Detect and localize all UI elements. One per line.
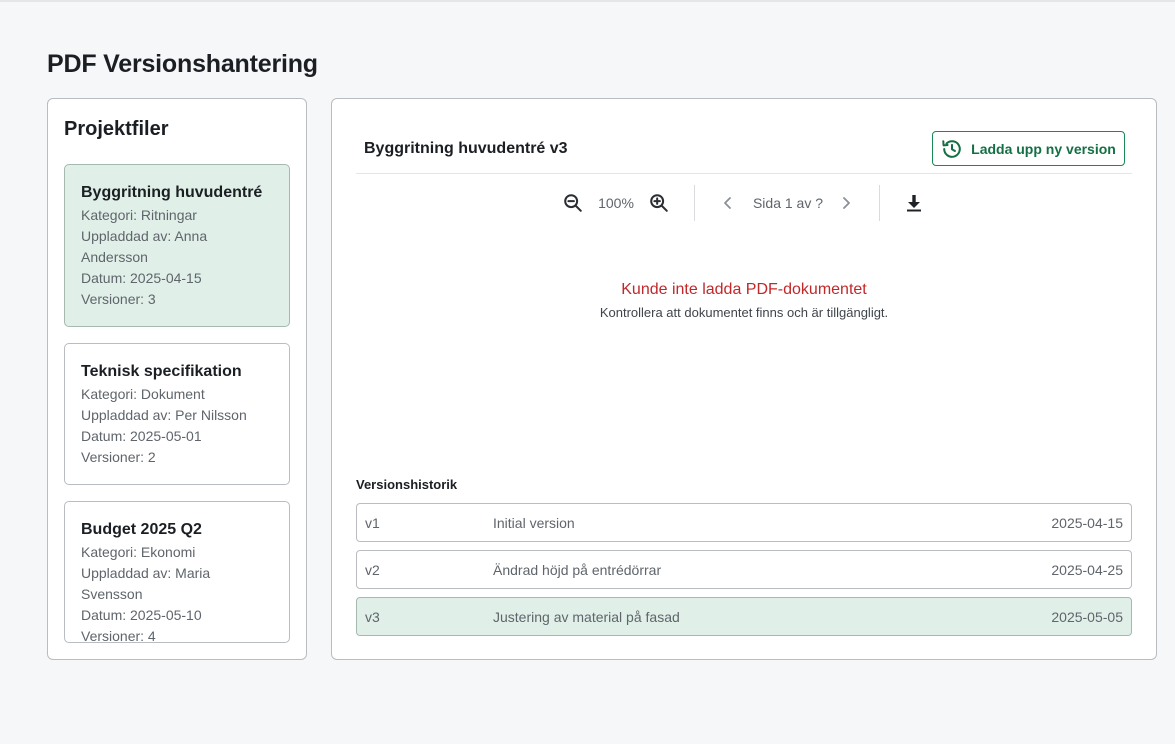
version-description: Ändrad höjd på entrédörrar	[493, 562, 662, 578]
version-row-v2[interactable]: v2 Ändrad höjd på entrédörrar 2025-04-25	[356, 550, 1132, 589]
version-date: 2025-05-05	[1051, 609, 1123, 625]
version-description: Initial version	[493, 515, 575, 531]
next-page-button[interactable]	[834, 185, 858, 221]
history-icon	[941, 138, 963, 160]
toolbar-separator	[879, 185, 880, 221]
pdf-toolbar: 100% Sida 1 av ?	[356, 185, 1132, 221]
error-message: Kontrollera att dokumentet finns och är …	[599, 305, 889, 320]
zoom-out-icon	[562, 192, 584, 214]
file-name: Teknisk specifikation	[81, 363, 242, 380]
chevron-right-icon	[838, 195, 854, 211]
version-number: v3	[365, 609, 380, 625]
download-button[interactable]	[899, 185, 929, 221]
document-viewer-panel: Byggritning huvudentré v3 Ladda upp ny v…	[331, 98, 1157, 660]
version-row-v3[interactable]: v3 Justering av material på fasad 2025-0…	[356, 597, 1132, 636]
zoom-in-icon	[648, 192, 670, 214]
version-date: 2025-04-15	[1051, 515, 1123, 531]
file-version-count: Versioner: 4	[81, 628, 156, 644]
file-date: Datum: 2025-05-10	[81, 607, 202, 623]
page-indicator: Sida 1 av ?	[752, 195, 824, 211]
version-date: 2025-04-25	[1051, 562, 1123, 578]
error-title: Kunde inte ladda PDF-dokumentet	[621, 281, 867, 298]
file-category: Kategori: Ekonomi	[81, 544, 196, 560]
page-title: PDF Versionshantering	[47, 50, 318, 78]
file-card-budget[interactable]: Budget 2025 Q2 Kategori: Ekonomi Uppladd…	[64, 501, 290, 644]
previous-page-button[interactable]	[716, 185, 740, 221]
upload-button-label: Ladda upp ny version	[971, 140, 1116, 157]
file-version-count: Versioner: 3	[81, 291, 156, 307]
file-category: Kategori: Ritningar	[81, 207, 197, 223]
file-date: Datum: 2025-05-01	[81, 428, 202, 444]
version-number: v1	[365, 515, 380, 531]
version-row-v1[interactable]: v1 Initial version 2025-04-15	[356, 503, 1132, 542]
sidebar-title: Projektfiler	[64, 118, 169, 140]
version-description: Justering av material på fasad	[493, 609, 680, 625]
version-history-title: Versionshistorik	[356, 477, 458, 492]
upload-new-version-button[interactable]: Ladda upp ny version	[932, 131, 1125, 166]
chevron-left-icon	[720, 195, 736, 211]
file-name: Byggritning huvudentré	[81, 184, 263, 201]
zoom-out-button[interactable]	[558, 185, 588, 221]
zoom-in-button[interactable]	[644, 185, 674, 221]
file-name: Budget 2025 Q2	[81, 521, 202, 538]
top-divider	[0, 0, 1175, 2]
file-uploaded-by-cont: Andersson	[81, 249, 148, 265]
file-card-teknisk-specifikation[interactable]: Teknisk specifikation Kategori: Dokument…	[64, 343, 290, 485]
file-uploaded-by: Uppladdad av: Anna	[81, 228, 208, 244]
document-title: Byggritning huvudentré v3	[364, 140, 568, 157]
version-number: v2	[365, 562, 380, 578]
project-files-sidebar: Projektfiler Byggritning huvudentré Kate…	[47, 98, 307, 660]
file-uploaded-by: Uppladdad av: Maria Svensson	[81, 565, 211, 602]
file-card-byggritning[interactable]: Byggritning huvudentré Kategori: Ritning…	[64, 164, 290, 327]
file-uploaded-by: Uppladdad av: Per Nilsson	[81, 407, 247, 423]
header-divider	[356, 173, 1132, 174]
file-category: Kategori: Dokument	[81, 386, 205, 402]
toolbar-separator	[694, 185, 695, 221]
download-icon	[904, 193, 924, 213]
file-date: Datum: 2025-04-15	[81, 270, 202, 286]
file-version-count: Versioner: 2	[81, 449, 156, 465]
zoom-level: 100%	[598, 195, 634, 211]
